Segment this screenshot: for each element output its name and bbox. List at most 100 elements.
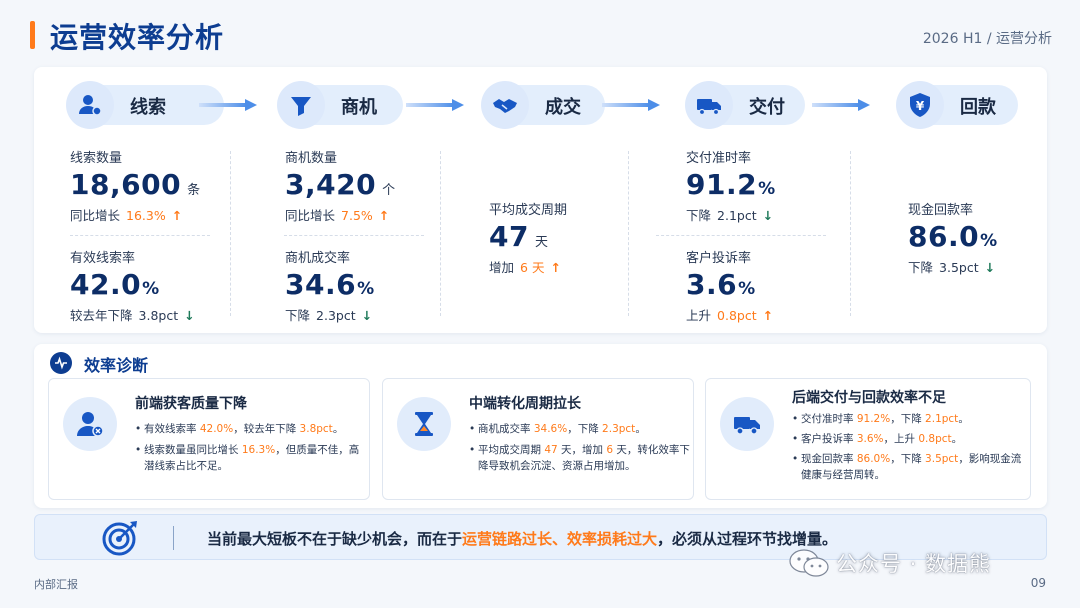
diagnosis-back-end: 后端交付与回款效率不足 交付准时率 91.2%，下降 2.1pct。 客户投诉率… [705, 378, 1031, 500]
watermark: 公众号 · 数据熊 [788, 548, 991, 578]
metric-value: 86.0 [908, 220, 980, 253]
page-subtitle: 2026 H1 / 运营分析 [922, 31, 1052, 47]
diagnosis-item: 客户投诉率 3.6%，上升 0.8pct。 [792, 431, 1024, 447]
arrow-down-icon: ↓ [984, 260, 996, 275]
metric-change: 同比增长 7.5% ↑ [285, 205, 395, 224]
diagnosis-item: 线索数量虽同比增长 16.3%，但质量不佳，高潜线索占比不足。 [135, 442, 363, 474]
funnel-icon [277, 81, 325, 129]
stage-label: 成交 [545, 97, 581, 118]
flow-arrow-icon [199, 99, 257, 111]
metric-label: 商机成交率 [285, 251, 351, 266]
wechat-icon [789, 549, 829, 577]
arrow-down-icon: ↓ [184, 308, 195, 323]
metric-change: 同比增长 16.3% ↑ [70, 205, 200, 224]
arrow-down-icon: ↓ [361, 308, 373, 323]
metric-label: 现金回款率 [908, 203, 974, 218]
stage-label: 线索 [130, 97, 166, 118]
metric-complaint-rate: 客户投诉率 3.6 % 上升 0.8pct ↑ [686, 247, 773, 324]
stage-label: 交付 [749, 97, 785, 118]
metric-value: 47 [489, 220, 529, 253]
arrow-up-icon: ↑ [171, 208, 183, 223]
metric-cash-collection-rate: 现金回款率 86.0 % 下降 3.5pct ↓ [908, 199, 997, 276]
page-title: 运营效率分析 [50, 21, 225, 54]
stage-label: 商机 [341, 97, 377, 118]
footer-label: 内部汇报 [34, 578, 78, 591]
metric-on-time-delivery: 交付准时率 91.2 % 下降 2.1pct ↓ [686, 147, 775, 224]
yen-shield-icon: ¥ [896, 81, 944, 129]
flow-arrow-icon [406, 99, 464, 111]
column-divider [440, 151, 441, 316]
metric-valid-lead-rate: 有效线索率 42.0 % 较去年下降 3.8pct ↓ [70, 247, 195, 324]
watermark-text: 公众号 · 数据熊 [836, 552, 992, 576]
change-value: 0.8pct [717, 308, 757, 323]
diagnosis-box-title: 后端交付与回款效率不足 [792, 390, 946, 406]
change-prefix: 下降 [908, 260, 934, 275]
pulse-icon [50, 352, 72, 374]
row-divider [656, 235, 826, 236]
metric-unit: % [980, 231, 998, 251]
diagnosis-item: 有效线索率 42.0%，较去年下降 3.8pct。 [135, 421, 363, 437]
metric-value: 91.2 [686, 168, 758, 201]
column-divider [628, 151, 629, 316]
hourglass-icon [397, 397, 451, 451]
metric-opportunity-conv-rate: 商机成交率 34.6 % 下降 2.3pct ↓ [285, 247, 374, 324]
metric-leads-count: 线索数量 18,600 条 同比增长 16.3% ↑ [70, 147, 200, 224]
change-prefix: 下降 [285, 308, 311, 323]
metric-change: 下降 3.5pct ↓ [908, 257, 997, 276]
arrow-up-icon: ↑ [550, 260, 561, 275]
metric-label: 平均成交周期 [489, 203, 568, 218]
change-prefix: 增加 [489, 260, 515, 275]
truck-icon [685, 81, 733, 129]
metric-unit: 天 [534, 235, 548, 250]
truck-icon [720, 397, 774, 451]
diagnosis-item: 商机成交率 34.6%，下降 2.3pct。 [469, 421, 697, 437]
stage-collection: ¥ 回款 [896, 81, 1018, 129]
arrow-up-icon: ↑ [762, 308, 774, 323]
diagnosis-list: 有效线索率 42.0%，较去年下降 3.8pct。 线索数量虽同比增长 16.3… [135, 421, 363, 479]
diagnosis-list: 交付准时率 91.2%，下降 2.1pct。 客户投诉率 3.6%，上升 0.8… [792, 411, 1024, 488]
metric-unit: 个 [382, 183, 396, 198]
metric-opportunity-count: 商机数量 3,420 个 同比增长 7.5% ↑ [285, 147, 395, 224]
change-value: 2.1pct [717, 208, 757, 223]
metric-value: 3.6 [686, 268, 738, 301]
metric-change: 上升 0.8pct ↑ [686, 305, 773, 324]
metric-change: 下降 2.3pct ↓ [285, 305, 374, 324]
metric-change: 下降 2.1pct ↓ [686, 205, 775, 224]
title-accent-bar [30, 21, 35, 49]
metric-change: 增加 6 天 ↑ [489, 257, 567, 276]
change-value: 7.5% [341, 208, 373, 223]
metric-label: 商机数量 [285, 151, 338, 166]
row-divider [70, 235, 210, 236]
metric-change: 较去年下降 3.8pct ↓ [70, 305, 195, 324]
metric-value: 34.6 [285, 268, 357, 301]
change-value: 16.3% [126, 208, 166, 223]
metric-unit: % [758, 179, 776, 199]
page-number: 09 [1030, 576, 1046, 590]
diagnosis-item: 平均成交周期 47 天，增加 6 天，转化效率下降导致机会沉淀、资源占用增加。 [469, 442, 697, 474]
metric-value: 18,600 [70, 168, 182, 201]
row-divider [284, 235, 424, 236]
funnel-card: 线索 商机 成交 交付 ¥ 回款 线索数量 18,600 条 同比增长 16.3… [34, 67, 1047, 333]
metric-label: 交付准时率 [686, 151, 752, 166]
change-value: 2.3pct [316, 308, 356, 323]
change-prefix: 同比增长 [285, 208, 336, 223]
change-prefix: 同比增长 [70, 208, 121, 223]
metric-unit: % [142, 279, 160, 299]
diagnosis-box-title: 中端转化周期拉长 [469, 396, 581, 412]
stage-deal: 成交 [481, 81, 605, 129]
change-value: 3.8pct [138, 308, 179, 323]
metric-unit: % [357, 279, 375, 299]
metric-value: 3,420 [285, 168, 377, 201]
diagnosis-list: 商机成交率 34.6%，下降 2.3pct。 平均成交周期 47 天，增加 6 … [469, 421, 697, 479]
metric-unit: % [738, 279, 756, 299]
flow-arrow-icon [812, 99, 870, 111]
arrow-down-icon: ↓ [762, 208, 774, 223]
metric-label: 客户投诉率 [686, 251, 752, 266]
conclusion-text: 当前最大短板不在于缺少机会，而在于运营链路过长、效率损耗过大，必须从过程环节找增… [207, 530, 838, 548]
user-x-icon [63, 397, 117, 451]
metric-value: 42.0 [70, 268, 142, 301]
page-header: 运营效率分析 2026 H1 / 运营分析 [30, 16, 1052, 56]
user-icon [66, 81, 114, 129]
diagnosis-card: 效率诊断 前端获客质量下降 有效线索率 42.0%，较去年下降 3.8pct。 … [34, 344, 1047, 508]
target-icon [102, 521, 137, 556]
